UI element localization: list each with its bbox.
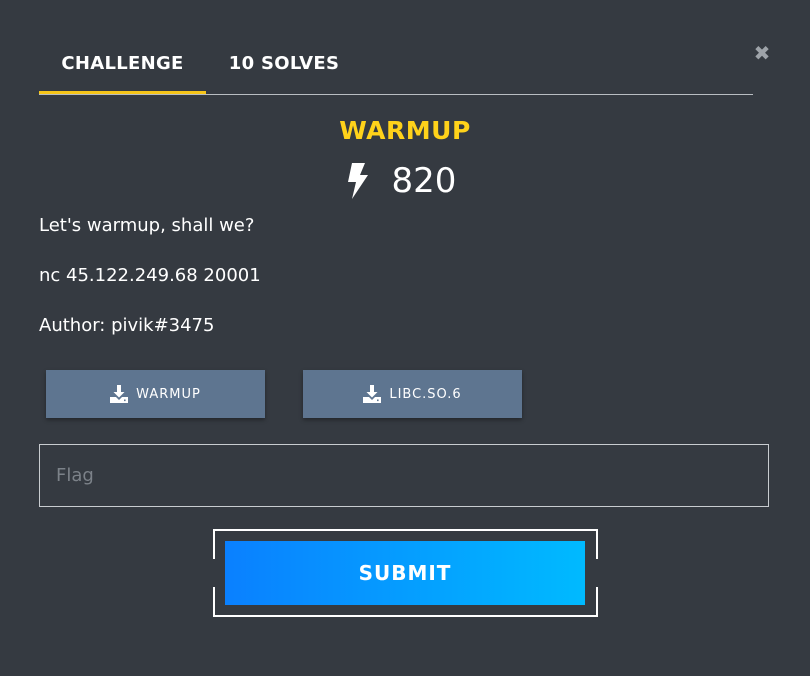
frame-corner <box>590 587 598 617</box>
author-line: Author: pivik#3475 <box>39 315 215 336</box>
download-icon <box>363 385 382 403</box>
tab-solves[interactable]: 10 SOLVES <box>219 44 349 92</box>
challenge-modal: ✖ CHALLENGE 10 SOLVES WARMUP 820 Let's w… <box>0 0 810 676</box>
frame-edge <box>213 615 598 617</box>
description-line: Let's warmup, shall we? <box>39 215 255 236</box>
connection-info: nc 45.122.249.68 20001 <box>39 265 261 286</box>
file-label: LIBC.SO.6 <box>389 386 462 402</box>
tab-bar: CHALLENGE 10 SOLVES <box>39 44 753 95</box>
challenge-name: WARMUP <box>339 116 471 145</box>
points-value: 820 <box>391 161 457 201</box>
file-label: WARMUP <box>136 386 201 402</box>
download-warmup-button[interactable]: WARMUP <box>46 370 265 418</box>
download-libc-button[interactable]: LIBC.SO.6 <box>303 370 522 418</box>
bolt-icon <box>347 163 368 199</box>
flag-input[interactable] <box>39 444 769 507</box>
frame-corner <box>590 529 598 559</box>
submit-frame: SUBMIT <box>213 529 598 617</box>
frame-edge <box>213 529 598 531</box>
close-icon[interactable]: ✖ <box>752 42 772 64</box>
submit-button[interactable]: SUBMIT <box>225 541 585 605</box>
frame-corner <box>213 587 221 617</box>
tab-challenge[interactable]: CHALLENGE <box>39 44 206 94</box>
download-icon <box>110 385 129 403</box>
challenge-points: 820 <box>0 158 810 204</box>
frame-corner <box>213 529 221 559</box>
